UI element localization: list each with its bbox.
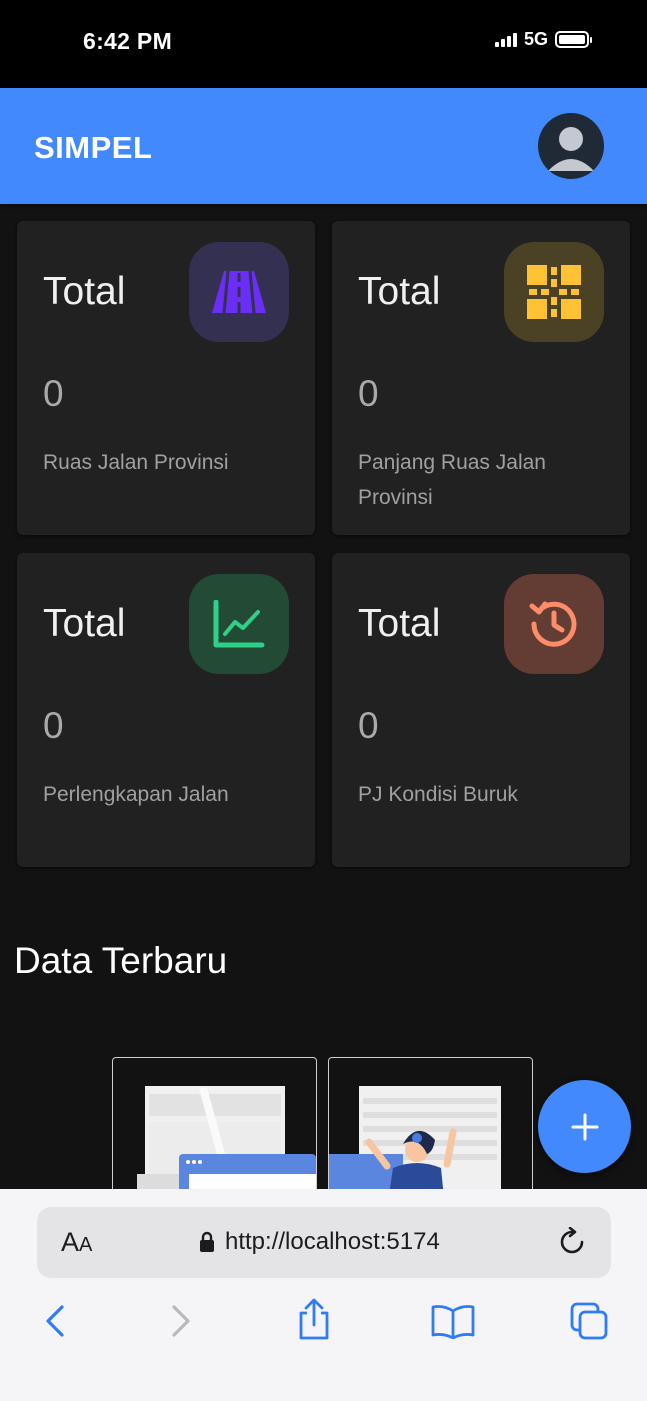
card-label: Panjang Ruas Jalan Provinsi (358, 451, 546, 509)
url-display[interactable]: http://localhost:5174 (199, 1228, 440, 1256)
status-time: 6:42 PM (83, 28, 173, 54)
history-clock-icon (504, 574, 604, 674)
stat-card-panjang-ruas[interactable]: Total 0 Panjang Ruas Jalan Provinsi (332, 221, 630, 535)
app-bar: SIMPEL (0, 88, 647, 204)
card-total-label: Total (358, 602, 441, 645)
road-icon (189, 242, 289, 342)
card-value: 0 (358, 373, 379, 414)
app-title: SIMPEL (34, 130, 153, 165)
plus-icon (571, 1113, 598, 1140)
status-bar: 6:42 PM 5G (0, 0, 647, 88)
url-text: http://localhost:5174 (225, 1228, 440, 1255)
card-value: 0 (43, 373, 64, 414)
line-chart-icon (189, 574, 289, 674)
lock-icon (200, 1231, 214, 1252)
address-bar[interactable]: AA http://localhost:5174 (37, 1207, 611, 1278)
recent-data-thumbnail[interactable] (112, 1057, 317, 1209)
card-label: Perlengkapan Jalan (43, 783, 229, 806)
card-label: PJ Kondisi Buruk (358, 783, 518, 806)
network-type: 5G (523, 29, 548, 49)
share-icon[interactable] (296, 1297, 332, 1346)
stat-card-perlengkapan[interactable]: Total 0 Perlengkapan Jalan (17, 553, 315, 867)
add-button[interactable] (538, 1080, 631, 1173)
signal-icon (494, 32, 517, 47)
forward-icon[interactable] (168, 1301, 194, 1346)
card-value: 0 (358, 705, 379, 746)
status-indicators: 5G (494, 29, 592, 50)
section-title: Data Terbaru (14, 940, 228, 981)
bookmarks-icon[interactable] (430, 1303, 476, 1344)
card-value: 0 (43, 705, 64, 746)
battery-icon (555, 31, 592, 48)
recent-data-thumbnail[interactable] (328, 1057, 533, 1209)
text-size-button[interactable]: AA (61, 1227, 92, 1258)
stat-card-ruas-jalan[interactable]: Total 0 Ruas Jalan Provinsi (17, 221, 315, 535)
reload-icon[interactable] (557, 1226, 587, 1262)
back-icon[interactable] (42, 1301, 68, 1346)
card-label: Ruas Jalan Provinsi (43, 451, 229, 474)
card-total-label: Total (43, 270, 126, 313)
stat-card-kondisi-buruk[interactable]: Total 0 PJ Kondisi Buruk (332, 553, 630, 867)
card-total-label: Total (43, 602, 126, 645)
user-avatar-icon[interactable] (538, 113, 604, 179)
crossroad-icon (504, 242, 604, 342)
tabs-icon[interactable] (569, 1301, 609, 1346)
browser-toolbar: AA http://localhost:5174 (0, 1189, 647, 1401)
card-total-label: Total (358, 270, 441, 313)
